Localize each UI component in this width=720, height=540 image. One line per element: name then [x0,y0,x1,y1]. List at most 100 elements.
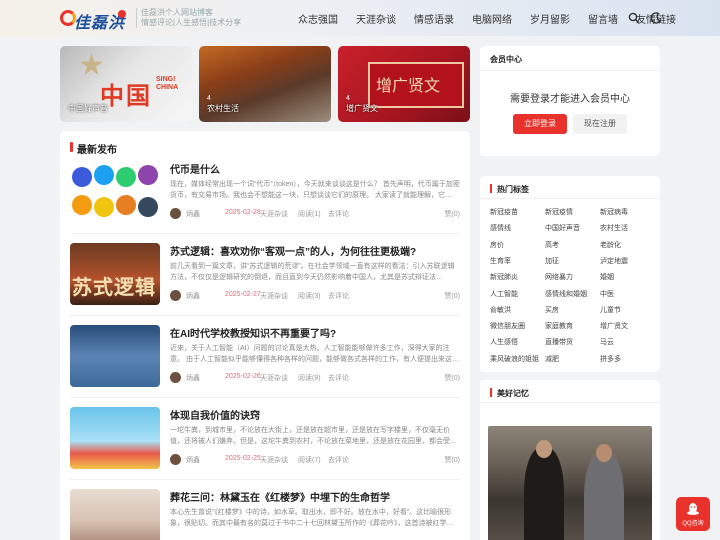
tag-link[interactable]: 生育率 [490,256,511,266]
tag-link[interactable]: 微信朋友圈 [490,321,525,331]
category-card-count: 4 [346,95,350,102]
tag-link[interactable]: 人生感悟 [490,337,518,347]
post-thumbnail[interactable]: 苏式逻辑 [70,243,160,305]
panel-title: 会员中心 [490,55,522,64]
tag-link[interactable]: 人工智能 [490,289,518,299]
post-item: 苏式逻辑 苏式逻辑：喜欢劝你“客观一点”的人，为何往往更极端? 前几天看到一篇文… [70,243,460,309]
post-thumbnail[interactable] [70,161,160,223]
nav-item-suiyue[interactable]: 岁月留影 [530,11,570,26]
tag-link[interactable]: 乘风破浪的姐姐 [490,354,539,364]
photo-face [596,444,612,462]
tag-link[interactable]: 新冠病毒 [600,207,628,217]
post-title[interactable]: 代币是什么 [170,161,220,176]
tag-link[interactable]: 俞敏洪 [490,305,511,315]
category-card-rural[interactable]: 4 农村生活 [199,46,331,122]
photo-face [536,440,552,458]
tag-link[interactable]: 老龄化 [600,240,621,250]
post-comment-link[interactable]: 去评论 [328,291,349,301]
register-button[interactable]: 现在注册 [573,114,627,134]
qq-consult-button[interactable]: QQ咨询 [676,497,710,531]
tag-link[interactable]: 家庭教育 [545,321,573,331]
post-like-button[interactable]: 赞(0) [444,373,460,383]
tag-link[interactable]: 感情线 [490,223,511,233]
tag-link[interactable]: 高考 [545,240,559,250]
post-title[interactable]: 苏式逻辑：喜欢劝你“客观一点”的人，为何往往更极端? [170,243,416,258]
post-thumbnail[interactable] [70,325,160,387]
post-reads: 阅读(7) [298,457,321,464]
post-category[interactable]: 天涯杂谈 [260,209,288,219]
login-button[interactable]: 立即登录 [513,114,567,134]
category-card-label: 农村生活 [207,104,239,113]
tag-link[interactable]: 中国好声音 [545,223,580,233]
post-date: 2025-02-28 [225,209,261,216]
coin-icon [94,197,114,217]
latest-posts-panel: 最新发布 代币是什么 现在，媒体经常出现一个词“代币”（token），今天就来谈… [60,131,470,540]
tag-link[interactable]: 房价 [490,240,504,250]
tag-link[interactable]: 直播带货 [545,337,573,347]
post-divider [70,233,460,234]
tag-link[interactable]: 新冠疫苗 [490,207,518,217]
panel-title: 热门标签 [490,184,529,195]
post-divider [70,479,460,480]
tag-link[interactable]: 儿童节 [600,305,621,315]
post-title[interactable]: 体现自我价值的诀窍 [170,407,260,422]
post-title[interactable]: 葬花三问：林黛玉在《红楼梦》中埋下的生命哲学 [170,489,390,504]
coin-icon [72,167,92,187]
post-author[interactable]: 炳鑫 [186,373,200,383]
tag-link[interactable]: 拼多多 [600,354,621,364]
post-category[interactable]: 天涯杂谈 [260,455,288,465]
coin-icon [72,195,92,215]
tag-link[interactable]: 中医 [600,289,614,299]
post-excerpt: 现在，媒体经常出现一个词“代币”（token），今天就来谈谈这是什么？ 首先声明… [170,181,460,199]
post-like-button[interactable]: 赞(0) [444,455,460,465]
category-card-zengguang[interactable]: 增广贤文 4 增广贤文 [338,46,470,122]
tag-link[interactable]: 增广贤文 [600,321,628,331]
memory-photo[interactable] [488,426,652,540]
tag-link[interactable]: 网络暴力 [545,272,573,282]
nav-item-liuyan[interactable]: 留言墙 [588,11,618,26]
category-card-voice[interactable]: ★ 中国 SING! CHINA 中国好声音 [60,46,192,122]
avatar[interactable] [170,290,181,301]
post-author[interactable]: 炳鑫 [186,455,200,465]
tag-link[interactable]: 农村生活 [600,223,628,233]
avatar[interactable] [170,454,181,465]
avatar[interactable] [170,208,181,219]
tag-link[interactable]: 买房 [545,305,559,315]
site-logo[interactable]: 佳磊洪 [60,6,128,32]
tag-link[interactable]: 减肥 [545,354,559,364]
post-thumbnail[interactable] [70,407,160,469]
post-item: 葬花三问：林黛玉在《红楼梦》中埋下的生命哲学 本心先生曾说“《红楼梦》中的诗，如… [70,489,460,540]
avatar[interactable] [170,372,181,383]
post-comment-link[interactable]: 去评论 [328,209,349,219]
nav-item-diannao[interactable]: 电脑网络 [472,11,512,26]
tag-link[interactable]: 婚姻 [600,272,614,282]
dark-mode-moon-icon[interactable] [650,12,662,24]
post-divider [70,397,460,398]
card-art-subtitle: SING! CHINA [156,76,179,91]
post-comment-link[interactable]: 去评论 [328,373,349,383]
post-thumbnail[interactable] [70,489,160,540]
post-author[interactable]: 炳鑫 [186,291,200,301]
nav-item-qinggan[interactable]: 情感语录 [414,11,454,26]
post-excerpt: 近来，关于人工智能（AI）问题的讨论真是大热。人工智能能够做许多工作，深得大家的… [170,345,459,363]
tag-link[interactable]: 加征 [545,256,559,266]
post-comment-link[interactable]: 去评论 [328,455,349,465]
post-category[interactable]: 天涯杂谈 [260,373,288,383]
nav-item-tianya[interactable]: 天涯杂谈 [356,11,396,26]
tag-link[interactable]: 感情线和婚姻 [545,289,587,299]
search-icon[interactable] [628,12,640,24]
tag-link[interactable]: 泸定地震 [600,256,628,266]
nav-item-zhongzhi[interactable]: 众志强国 [298,11,338,26]
post-author[interactable]: 炳鑫 [186,209,200,219]
post-like-button[interactable]: 赞(0) [444,209,460,219]
category-card-label: 增广贤文 [346,104,378,113]
post-title[interactable]: 在AI时代学校教授知识不再重要了吗? [170,325,336,340]
category-card-label: 中国好声音 [68,104,108,113]
post-excerpt: 本心先生曾说“《红楼梦》中的诗，如水草。取出水，即不好。放在水中，好看”。这比喻… [170,509,454,527]
member-message: 需要登录才能进入会员中心 [510,94,630,105]
post-category[interactable]: 天涯杂谈 [260,291,288,301]
tag-link[interactable]: 新冠肺炎 [490,272,518,282]
tag-link[interactable]: 马云 [600,337,614,347]
post-like-button[interactable]: 赞(0) [444,291,460,301]
tag-link[interactable]: 新冠疫情 [545,207,573,217]
